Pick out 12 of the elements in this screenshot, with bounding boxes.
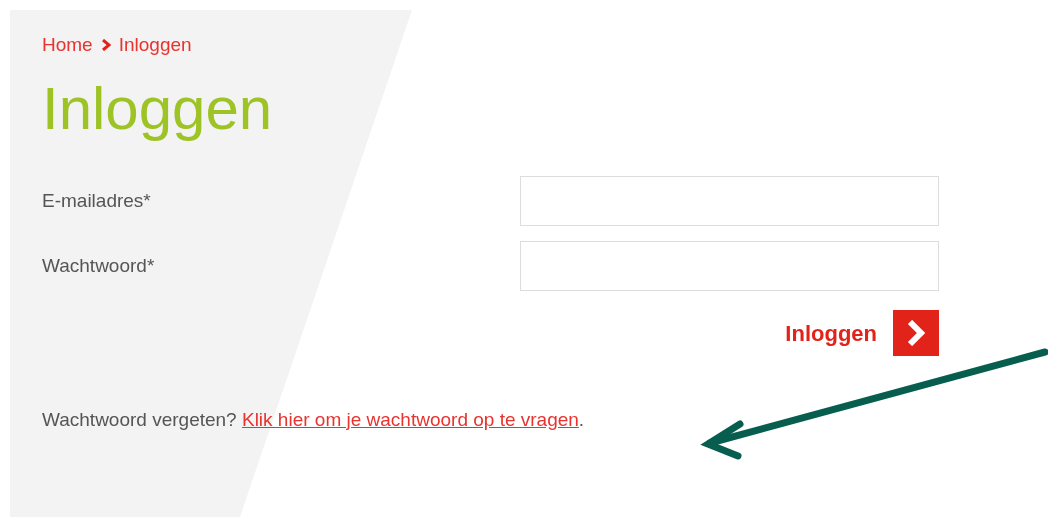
chevron-icon [100,39,111,51]
breadcrumb-link[interactable]: Home [42,30,93,60]
input-field[interactable] [520,176,939,226]
page-title: Inloggen [42,76,274,142]
breadcrumb-link[interactable]: Inloggen [118,30,192,60]
chevron-icon [906,320,926,346]
input-field[interactable] [520,241,939,291]
forgot-password-text: Wachtwoord vergeten? Klik hier om je wachtwoord op te vragen. [42,408,586,432]
field-label: Wachtwoord* [42,253,156,278]
forgot-password-link[interactable]: Klik hier om je wachtwoord op te vragen [241,409,579,430]
login-button[interactable]: Inloggen [785,310,939,356]
field-label: E-mailadres* [42,188,152,213]
